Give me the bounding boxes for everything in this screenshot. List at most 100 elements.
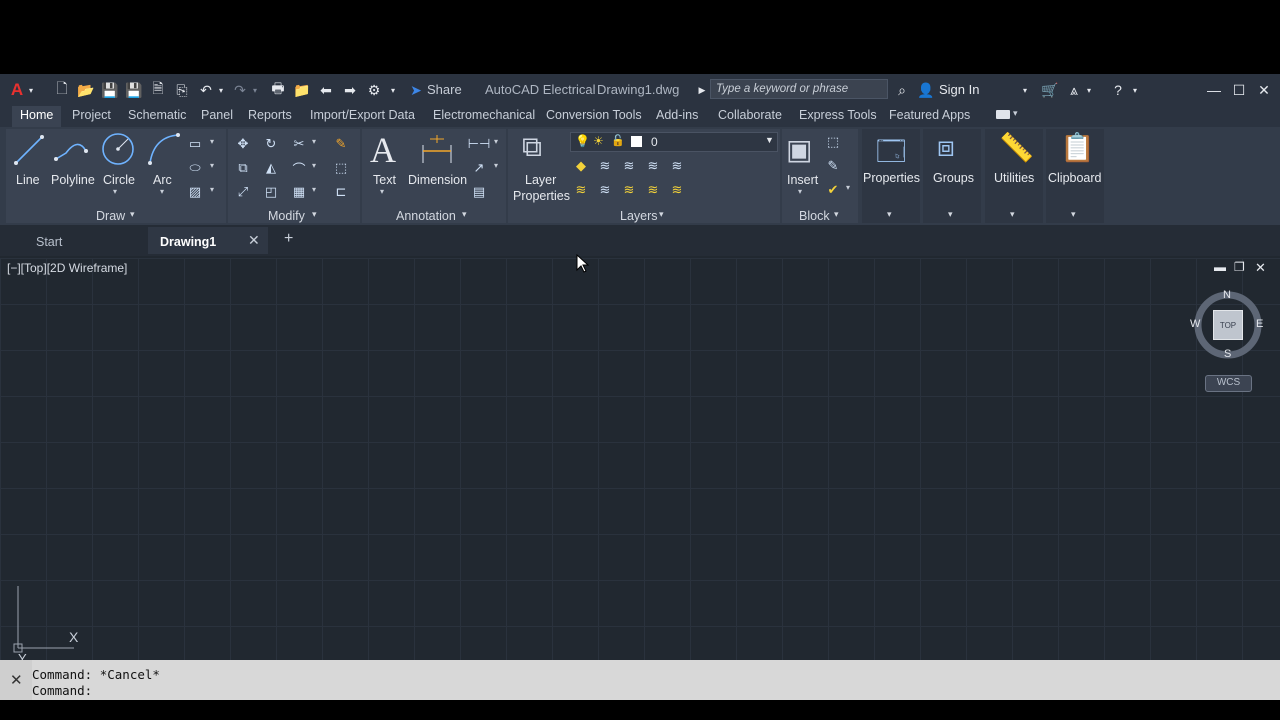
- explode-icon[interactable]: ⬚: [332, 159, 350, 177]
- scale-icon[interactable]: ◰: [262, 183, 280, 201]
- sign-in-dropdown-icon[interactable]: ▾: [1020, 82, 1030, 98]
- layer-dropdown[interactable]: 💡 ☀ 🔓 0 ▼: [570, 132, 778, 152]
- hatch-dropdown-icon[interactable]: ▾: [210, 185, 214, 194]
- ellipse-dropdown-icon[interactable]: ▾: [210, 161, 214, 170]
- previous-drawing-icon[interactable]: ⬅: [318, 82, 334, 98]
- table-icon[interactable]: ▤: [470, 183, 488, 201]
- sign-in-button[interactable]: Sign In: [939, 82, 979, 97]
- save-as-icon[interactable]: 💾: [125, 82, 142, 98]
- new-tab-plus-icon[interactable]: +: [284, 230, 293, 248]
- trim-dropdown-icon[interactable]: ▾: [312, 137, 316, 146]
- viewport-restore-icon[interactable]: ❐: [1234, 260, 1245, 274]
- layer-dropdown-chevron-icon[interactable]: ▼: [765, 135, 774, 145]
- linear-dimension-dropdown-icon[interactable]: ▾: [494, 137, 498, 146]
- layer-on-bulb-icon[interactable]: 💡: [575, 134, 590, 148]
- stretch-icon[interactable]: ⤢: [234, 183, 252, 201]
- offset-icon[interactable]: ⊏: [332, 183, 350, 201]
- viewport-minimize-icon[interactable]: ▬: [1214, 260, 1226, 274]
- new-file-icon[interactable]: 🗋: [54, 80, 70, 98]
- viewcube[interactable]: TOP N S E W: [1190, 289, 1263, 360]
- circle-dropdown-icon[interactable]: ▾: [113, 187, 117, 196]
- clipboard-panel[interactable]: 📋 Clipboard ▾: [1046, 129, 1104, 223]
- viewport-controls-label[interactable]: [−][Top][2D Wireframe]: [7, 261, 127, 275]
- a360-dropdown-icon[interactable]: ▾: [1084, 82, 1094, 98]
- compass-north[interactable]: N: [1223, 289, 1231, 301]
- share-icon[interactable]: ➤: [408, 82, 424, 98]
- wcs-menu-button[interactable]: WCS: [1205, 375, 1252, 392]
- tab-conversion-tools[interactable]: Conversion Tools: [546, 108, 642, 122]
- tab-featured-apps[interactable]: Featured Apps: [889, 108, 970, 122]
- modify-panel-expand-icon[interactable]: ▾: [312, 209, 317, 220]
- line-button[interactable]: Line: [16, 173, 40, 187]
- block-panel-title[interactable]: Block: [799, 209, 830, 223]
- layer-color-swatch[interactable]: [631, 136, 642, 147]
- autodesk-a360-icon[interactable]: ⩓: [1066, 82, 1082, 98]
- create-block-icon[interactable]: ⬚: [824, 133, 842, 151]
- layer-tool-8-icon[interactable]: ≋: [620, 181, 638, 199]
- insert-dropdown-icon[interactable]: ▾: [798, 187, 802, 196]
- erase-icon[interactable]: ✎: [332, 135, 350, 153]
- viewcube-top-face[interactable]: TOP: [1213, 310, 1243, 340]
- properties-panel[interactable]: 🗔 Properties ▾: [862, 129, 920, 223]
- draw-panel-title[interactable]: Draw: [96, 209, 125, 223]
- save-icon[interactable]: 💾: [101, 82, 118, 98]
- drawing-canvas[interactable]: [−][Top][2D Wireframe] ▬ ❐ ✕ TOP N S E W…: [0, 254, 1280, 666]
- undo-icon[interactable]: ↶: [198, 82, 214, 98]
- compass-west[interactable]: W: [1190, 318, 1200, 330]
- annotation-panel-title[interactable]: Annotation: [396, 209, 456, 223]
- layer-tool-10-icon[interactable]: ≋: [668, 181, 686, 199]
- dimension-button[interactable]: Dimension: [408, 173, 467, 187]
- autocad-logo-icon[interactable]: A: [6, 80, 28, 99]
- tab-collaborate[interactable]: Collaborate: [718, 108, 782, 122]
- layer-tool-2-icon[interactable]: ≋: [596, 157, 614, 175]
- help-icon[interactable]: ?: [1110, 82, 1126, 98]
- tab-schematic[interactable]: Schematic: [128, 108, 186, 122]
- arc-dropdown-icon[interactable]: ▾: [160, 187, 164, 196]
- clipboard-button[interactable]: Clipboard: [1048, 171, 1102, 185]
- ribbon-display-toggle-icon[interactable]: [996, 110, 1010, 119]
- clipboard-expand-icon[interactable]: ▾: [1071, 209, 1076, 220]
- compass-south[interactable]: S: [1224, 348, 1231, 360]
- modify-panel-title[interactable]: Modify: [268, 209, 305, 223]
- quick-access-dropdown-icon[interactable]: ▾: [388, 82, 398, 98]
- array-icon[interactable]: ▦: [290, 183, 308, 201]
- tab-import-export[interactable]: Import/Export Data: [310, 108, 415, 122]
- redo-icon[interactable]: ↷: [232, 82, 248, 98]
- rectangle-dropdown-icon[interactable]: ▾: [210, 137, 214, 146]
- mirror-icon[interactable]: ◭: [262, 159, 280, 177]
- ribbon-display-dropdown-icon[interactable]: ▾: [1013, 108, 1018, 119]
- print-icon[interactable]: 🖶: [270, 80, 286, 98]
- tab-project[interactable]: Project: [72, 108, 111, 122]
- tab-add-ins[interactable]: Add-ins: [656, 108, 698, 122]
- command-prompt[interactable]: Command:: [32, 683, 92, 698]
- block-attributes-dropdown-icon[interactable]: ▾: [846, 183, 850, 192]
- rotate-icon[interactable]: ↻: [262, 135, 280, 153]
- undo-dropdown-icon[interactable]: ▾: [216, 82, 226, 98]
- layer-properties-button-line2[interactable]: Properties: [513, 189, 570, 203]
- arc-button[interactable]: Arc: [153, 173, 172, 187]
- utilities-button[interactable]: Utilities: [994, 171, 1034, 185]
- layer-tool-7-icon[interactable]: ≋: [596, 181, 614, 199]
- layers-panel-title[interactable]: Layers: [620, 209, 658, 223]
- user-icon[interactable]: 👤: [917, 82, 934, 98]
- insert-button[interactable]: Insert: [787, 173, 818, 187]
- layer-tool-3-icon[interactable]: ≋: [620, 157, 638, 175]
- layer-unlock-icon[interactable]: 🔓: [611, 134, 625, 147]
- tab-electromechanical[interactable]: Electromechanical: [433, 108, 535, 122]
- groups-panel[interactable]: ⧈ Groups ▾: [923, 129, 981, 223]
- layer-tool-4-icon[interactable]: ≋: [644, 157, 662, 175]
- redo-dropdown-icon[interactable]: ▾: [250, 82, 260, 98]
- minimize-window-icon[interactable]: —: [1206, 82, 1222, 98]
- groups-button[interactable]: Groups: [933, 171, 974, 185]
- move-icon[interactable]: ✥: [234, 135, 252, 153]
- project-folder-icon[interactable]: 📁: [293, 82, 310, 98]
- leader-dropdown-icon[interactable]: ▾: [494, 161, 498, 170]
- copy-icon[interactable]: ⧉: [234, 159, 252, 177]
- cart-icon[interactable]: 🛒: [1041, 82, 1058, 98]
- next-drawing-icon[interactable]: ➡: [342, 82, 358, 98]
- rectangle-icon[interactable]: ▭: [186, 135, 204, 153]
- layers-panel-expand-icon[interactable]: ▾: [659, 209, 664, 220]
- layer-tool-9-icon[interactable]: ≋: [644, 181, 662, 199]
- layer-tool-1-icon[interactable]: ◆: [572, 157, 590, 175]
- leader-icon[interactable]: ↗: [470, 159, 488, 177]
